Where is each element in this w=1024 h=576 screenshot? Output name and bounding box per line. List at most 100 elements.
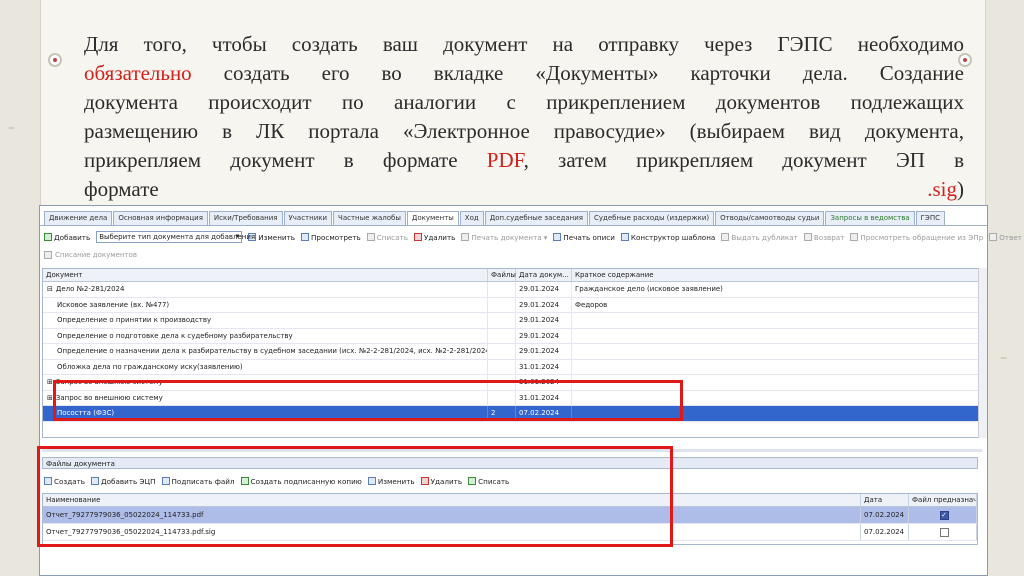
cell-document: Определение о принятии к производству [43, 313, 488, 328]
document-name: Определение о назначении дела к разбират… [57, 347, 488, 355]
paragraph-text: создать его во вкладке «Документы» карто… [191, 61, 964, 85]
cell-date: 29.01.2024 [516, 297, 572, 312]
view-button[interactable]: Просмотреть [301, 233, 361, 242]
template-icon [620, 233, 629, 241]
case-tabs: Движение дела Основная информация Иски/Тре… [40, 211, 946, 226]
edit-file-label: Изменить [377, 476, 415, 486]
tab-10[interactable]: Запросы в ведомства [825, 211, 915, 225]
cell-document: Обложка дела по гражданскому иску(заявле… [43, 359, 488, 374]
cell-file-date: 07.02.2024 [861, 524, 909, 540]
document-name: Посостта (ФЗС) [57, 409, 115, 417]
create-signed-copy-label: Создать подписанную копию [250, 476, 362, 486]
cell-files [488, 344, 516, 359]
tab-5[interactable]: Документы [406, 211, 459, 226]
tab-11[interactable]: ГЭПС [915, 211, 945, 225]
document-name: Определение о принятии к производству [57, 316, 212, 324]
dash-decoration-icon: – [8, 120, 15, 136]
write-off-docs-button[interactable]: Списание документов [44, 249, 137, 261]
view-appeal-button[interactable]: Просмотреть обращение из ЭПр [850, 233, 983, 242]
tab-6[interactable]: Ход [459, 211, 484, 225]
return-button[interactable]: Возврат [803, 232, 845, 242]
paragraph-line: Для того, чтобы создать ваш документ на … [84, 30, 964, 59]
table-row[interactable]: Посостта (ФЗС) 2 07.02.2024 [43, 406, 981, 422]
documents-grid-body: ⊟ Дело №2-281/2024 29.01.2024 Гражданское д… [43, 282, 981, 422]
tab-7[interactable]: Доп.судебные заседания [484, 211, 588, 225]
paragraph-text: формате [84, 177, 159, 201]
table-row[interactable]: ⊞ Запрос во внешнюю систему 31.01.2024 [43, 390, 981, 406]
panel-splitter[interactable] [42, 449, 982, 452]
table-row[interactable]: Определение о назначении дела к разбират… [43, 344, 981, 360]
delete-icon [413, 233, 422, 241]
edit-file-button[interactable]: Изменить [367, 476, 415, 486]
return-label: Возврат [813, 232, 845, 242]
tree-expander-icon[interactable]: ⊟ [47, 285, 53, 293]
print-document-button[interactable]: Печать документа ▾ [461, 233, 547, 242]
cell-document: Посостта (ФЗС) [43, 406, 488, 421]
tree-expander-icon[interactable]: ⊞ [47, 378, 53, 386]
paragraph-text: Для того, чтобы создать ваш документ на … [84, 32, 964, 56]
cell-date: 07.02.2024 [516, 406, 572, 421]
delete-button[interactable]: Удалить [413, 233, 455, 242]
purpose-checkbox[interactable]: ✓ [939, 510, 949, 520]
col-document[interactable]: Документ [43, 269, 488, 281]
create-signed-copy-button[interactable]: Создать подписанную копию [240, 476, 362, 486]
col-file-purpose[interactable]: Файл предназначе... [909, 494, 977, 506]
slide-paragraph: Для того, чтобы создать ваш документ на … [84, 30, 964, 204]
add-ep-button[interactable]: Добавить ЭЦП [91, 477, 156, 486]
col-file-date[interactable]: Дата [861, 494, 909, 506]
col-summary[interactable]: Краткое содержание [572, 269, 981, 281]
purpose-checkbox[interactable] [939, 527, 949, 537]
reply-button[interactable]: Ответ [989, 233, 1022, 242]
write-off-file-label: Списать [478, 476, 510, 486]
issue-copy-button[interactable]: Выдать дубликат [721, 233, 798, 242]
tab-0[interactable]: Движение дела [44, 211, 113, 225]
cell-summary [572, 344, 981, 359]
col-file-name[interactable]: Наименование [43, 494, 861, 506]
tab-1[interactable]: Основная информация [113, 211, 208, 225]
cell-date: 29.01.2024 [516, 328, 572, 343]
write-off-button[interactable]: Списать [366, 233, 408, 242]
reply-icon [989, 233, 998, 241]
cell-summary [572, 328, 981, 343]
sign-file-button[interactable]: Подписать файл [161, 477, 235, 486]
files-panel-title: Файлы документа [42, 457, 978, 469]
tab-9[interactable]: Отводы/самоотводы судьи [715, 211, 825, 225]
tab-4[interactable]: Частные жалобы [333, 211, 406, 225]
tree-expander-icon[interactable]: ⊞ [47, 394, 53, 402]
grid-scrollbar[interactable] [978, 268, 987, 438]
cell-files [488, 282, 516, 297]
doc-type-select[interactable]: Выберите тип документа для добавления [96, 231, 255, 243]
template-builder-label: Конструктор шаблона [630, 232, 716, 242]
cell-files: 2 [488, 406, 516, 421]
add-label: Добавить [54, 232, 91, 242]
table-row[interactable]: Исковое заявление (вх. №477) 29.01.2024 Фе… [43, 297, 981, 313]
cell-document: Определение о назначении дела к разбират… [43, 344, 488, 359]
file-row[interactable]: Отчет_79277979036_05022024_114733.pdf 07.… [43, 507, 977, 524]
delete-icon [420, 477, 429, 485]
template-builder-button[interactable]: Конструктор шаблона [620, 232, 716, 242]
paragraph-text: прикрепляем документ в формате [84, 148, 487, 172]
col-date[interactable]: Дата докум... [516, 269, 572, 281]
tab-3[interactable]: Участники [283, 211, 333, 225]
delete-file-button[interactable]: Удалить [420, 477, 462, 486]
table-row[interactable]: Определение о подготовке дела к судебном… [43, 328, 981, 344]
edit-button[interactable]: Изменить [248, 233, 295, 242]
cell-file-purpose [909, 524, 977, 540]
table-row[interactable]: ⊞ Запрос во внешнюю систему 31.01.2024 [43, 375, 981, 391]
cell-files [488, 390, 516, 405]
table-row[interactable]: Обложка дела по гражданскому иску(заявле… [43, 359, 981, 375]
tab-2[interactable]: Иски/Требования [208, 211, 283, 225]
add-button[interactable]: Добавить [44, 233, 90, 242]
tabs-divider [40, 225, 987, 226]
file-row[interactable]: Отчет_79277979036_05022024_114733.pdf.si… [43, 524, 977, 541]
tab-8[interactable]: Судебные расходы (издержки) [589, 211, 715, 225]
printer-icon [461, 233, 470, 241]
create-file-button[interactable]: Создать [44, 477, 85, 486]
document-icon [850, 233, 859, 241]
table-row[interactable]: ⊟ Дело №2-281/2024 29.01.2024 Гражданское д… [43, 282, 981, 298]
cell-date: 29.01.2024 [516, 313, 572, 328]
print-lists-button[interactable]: Печать описи [553, 233, 615, 242]
write-off-file-button[interactable]: Списать [468, 477, 509, 486]
col-files[interactable]: Файлы [488, 269, 516, 281]
table-row[interactable]: Определение о принятии к производству 29.… [43, 313, 981, 329]
